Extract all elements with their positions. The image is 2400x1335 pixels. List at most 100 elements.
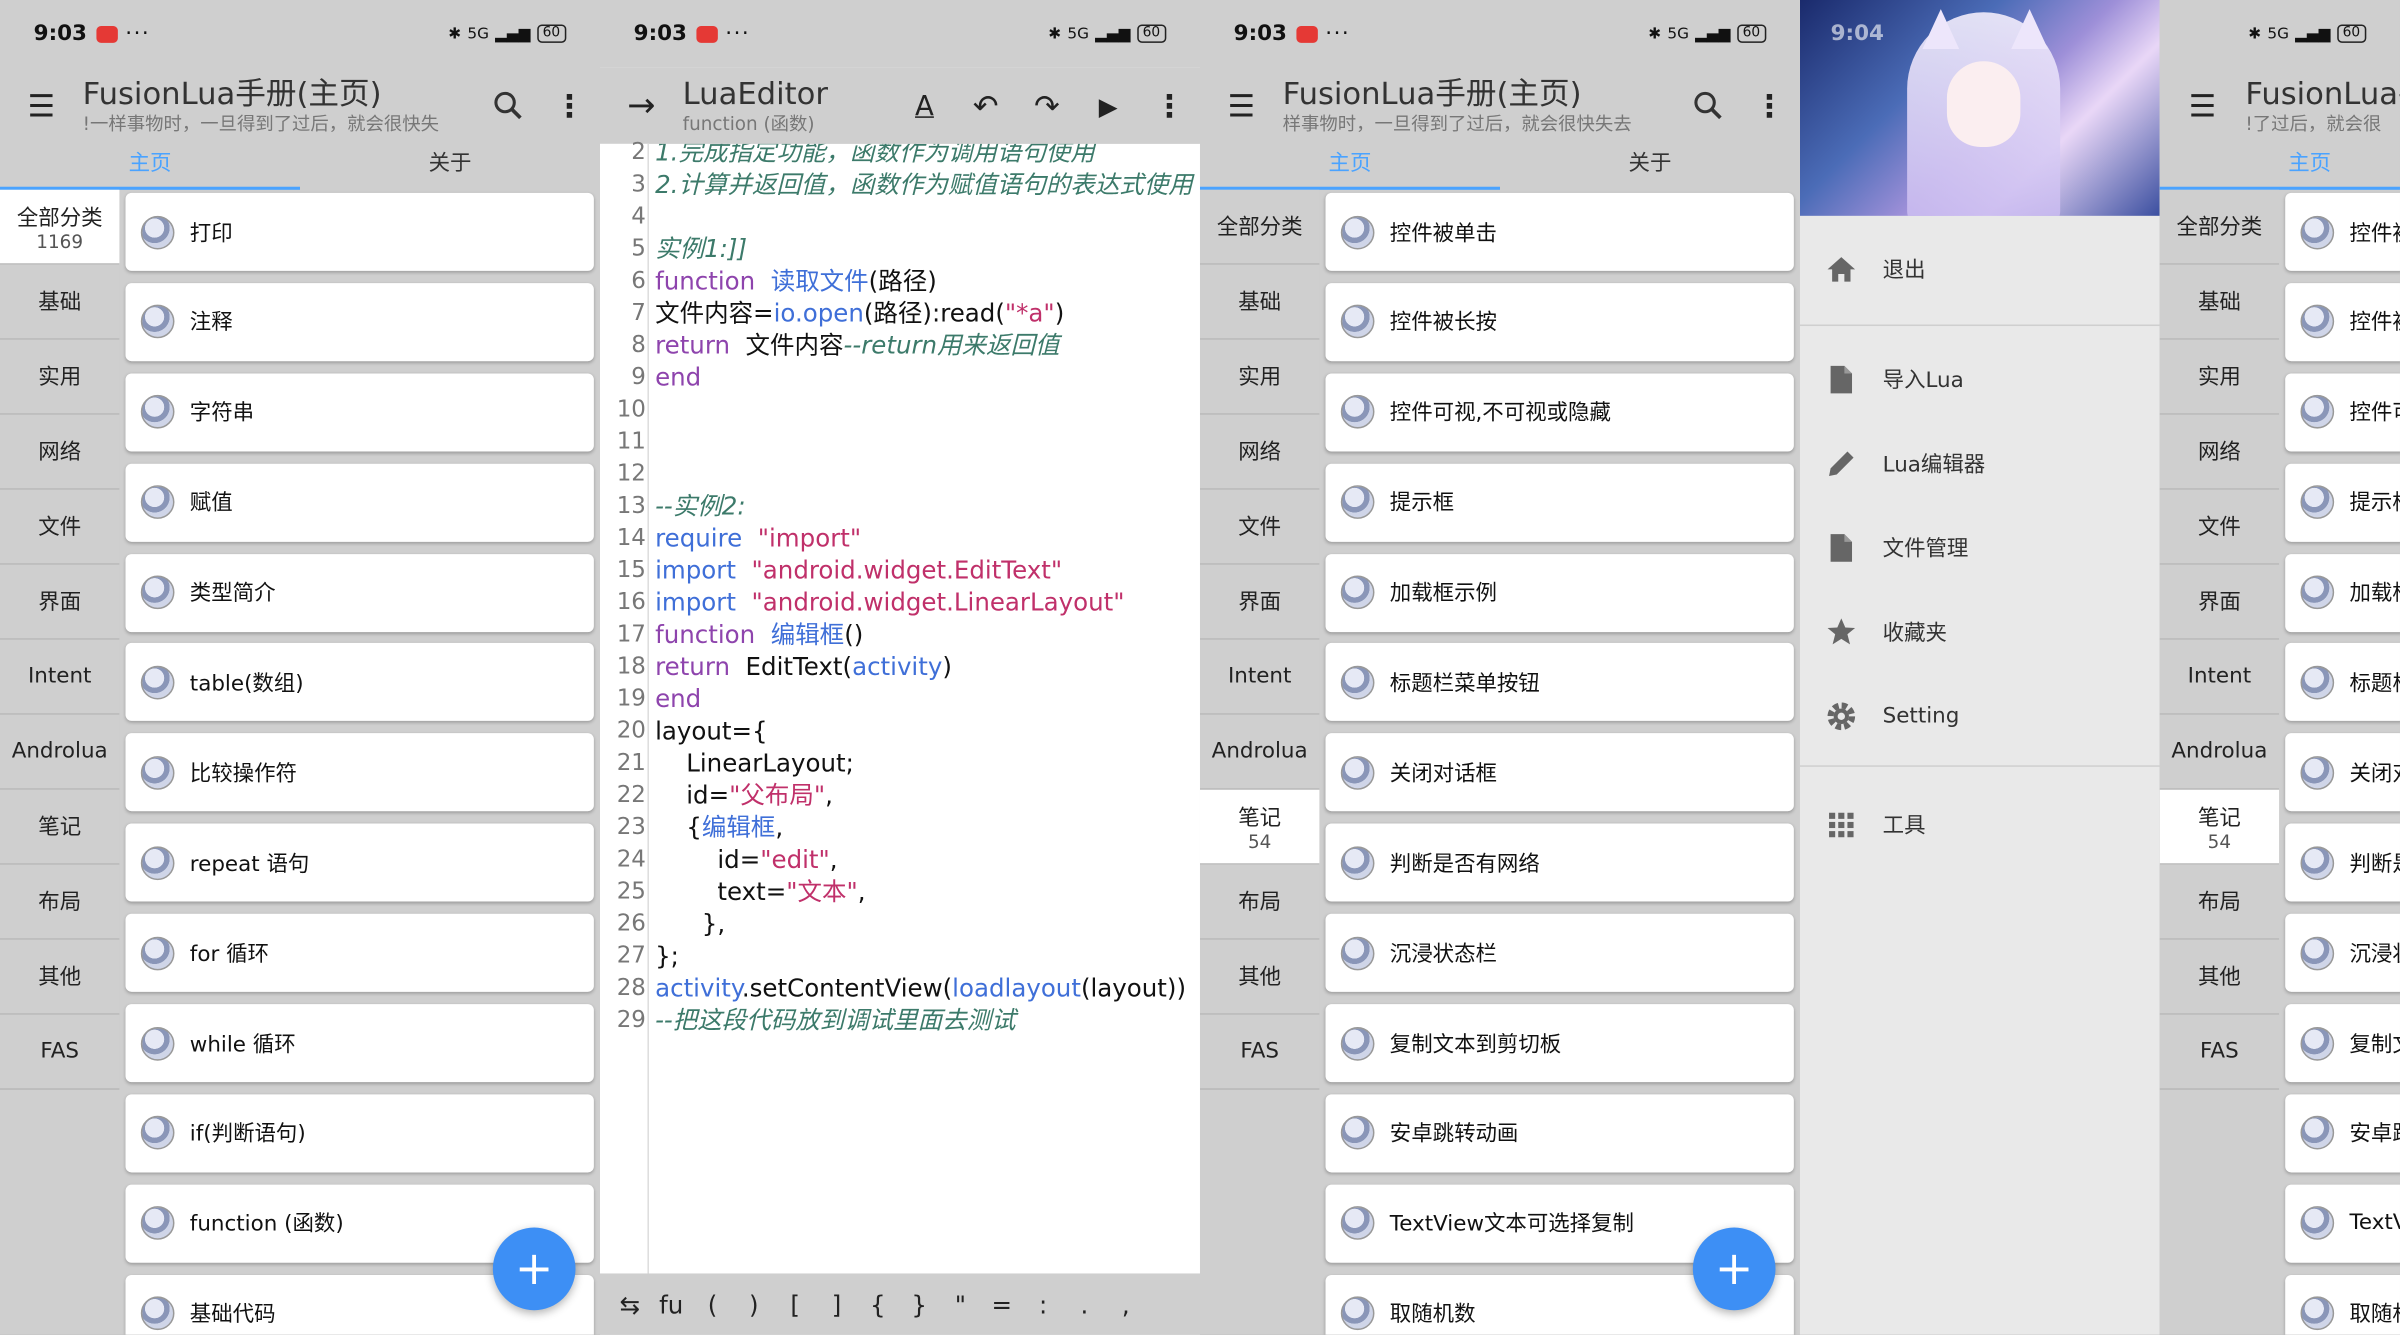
list-item[interactable]: repeat 语句	[125, 823, 594, 902]
category-all[interactable]: 全部分类	[1199, 189, 1320, 265]
list-item[interactable]: 控件被	[2285, 192, 2400, 271]
category-item[interactable]: Intent	[1199, 639, 1320, 715]
symbol-key[interactable]: }	[898, 1290, 939, 1319]
list-item[interactable]: 标题栏菜单按钮	[1325, 643, 1794, 722]
menu-icon[interactable]: ☰	[2160, 87, 2246, 124]
symbol-key[interactable]: [	[774, 1290, 815, 1319]
drawer-item-favorites[interactable]: 收藏夹	[1800, 597, 2160, 667]
category-item[interactable]: 布局	[1199, 864, 1320, 940]
list-item[interactable]: 安卓跳转动画	[1325, 1094, 1794, 1173]
list-item[interactable]: 控件被	[2285, 282, 2400, 362]
list-item[interactable]: 关闭对话框	[1325, 733, 1794, 812]
symbol-key[interactable]: ]	[816, 1290, 857, 1319]
list-item[interactable]: 判断是否有网络	[1325, 823, 1794, 902]
category-item[interactable]: FAS	[1199, 1014, 1320, 1090]
tab-home[interactable]: 主页	[2159, 144, 2400, 190]
category-item[interactable]: 界面	[2159, 564, 2280, 640]
category-item[interactable]: 实用	[2159, 339, 2280, 415]
tab-key-icon[interactable]: ⇆	[609, 1290, 650, 1319]
list-item[interactable]: TextVi	[2285, 1184, 2400, 1263]
list-item[interactable]: 控件被单击	[1325, 192, 1794, 271]
symbol-key[interactable]: {	[857, 1290, 898, 1319]
category-item[interactable]: 其他	[0, 939, 120, 1015]
text-format-icon[interactable]: A	[894, 90, 955, 122]
symbol-key[interactable]: =	[981, 1290, 1022, 1319]
category-item[interactable]: 界面	[1199, 564, 1320, 640]
list-item[interactable]: 沉浸状	[2285, 913, 2400, 993]
category-item[interactable]: 其他	[1199, 939, 1320, 1015]
more-vert-icon[interactable]: ⋮	[1739, 87, 1800, 124]
category-item[interactable]: Androlua	[1199, 714, 1320, 790]
list-item[interactable]: 控件可视,不可视或隐藏	[1325, 373, 1794, 452]
list-item[interactable]: 复制文本到剪切板	[1325, 1004, 1794, 1083]
symbol-key[interactable]: fu	[651, 1290, 692, 1319]
symbol-key[interactable]: (	[692, 1290, 733, 1319]
category-item[interactable]: 网络	[2159, 414, 2280, 490]
list-item[interactable]: 控件可	[2285, 373, 2400, 452]
category-item[interactable]: Intent	[2159, 639, 2280, 715]
category-item[interactable]: 网络	[1199, 414, 1320, 490]
list-item[interactable]: 赋值	[125, 463, 594, 542]
category-all[interactable]: 全部分类 1169	[0, 189, 120, 265]
category-all[interactable]: 全部分类	[2159, 189, 2280, 265]
drawer-item-import-lua[interactable]: 导入Lua	[1800, 344, 2160, 414]
list-item[interactable]: 判断是	[2285, 823, 2400, 902]
symbol-key[interactable]: "	[940, 1290, 981, 1319]
drawer-item-file-manager[interactable]: 文件管理	[1800, 513, 2160, 583]
category-item[interactable]: FAS	[2159, 1014, 2280, 1090]
drawer-item-exit[interactable]: 退出	[1800, 234, 2160, 304]
arrow-right-icon[interactable]: →	[600, 86, 683, 124]
drawer-item-tools[interactable]: 工具	[1800, 790, 2160, 860]
category-item[interactable]: 基础	[2159, 264, 2280, 340]
list-item[interactable]: 提示框	[1325, 463, 1794, 542]
search-icon[interactable]	[478, 90, 539, 121]
category-item[interactable]: FAS	[0, 1014, 120, 1090]
list-item[interactable]: 取随机	[2285, 1274, 2400, 1335]
list-item[interactable]: table(数组)	[125, 643, 594, 722]
list-item[interactable]: 打印	[125, 192, 594, 271]
list-item[interactable]: 注释	[125, 282, 594, 362]
list-item[interactable]: 提示框	[2285, 463, 2400, 542]
list-item[interactable]: 加载框	[2285, 553, 2400, 632]
list-item[interactable]: 标题栏	[2285, 643, 2400, 722]
menu-icon[interactable]: ☰	[0, 87, 83, 124]
category-item[interactable]: 文件	[1199, 489, 1320, 565]
add-fab-button[interactable]: +	[492, 1227, 576, 1311]
add-fab-button[interactable]: +	[1692, 1227, 1776, 1311]
category-item[interactable]: 实用	[1199, 339, 1320, 415]
category-item[interactable]: 基础	[1199, 264, 1320, 340]
list-item[interactable]: 安卓跳	[2285, 1094, 2400, 1173]
tab-about[interactable]: 关于	[300, 144, 600, 190]
symbol-key[interactable]: .	[1064, 1290, 1105, 1319]
list-item[interactable]: while 循环	[125, 1004, 594, 1083]
category-item[interactable]: 网络	[0, 414, 120, 490]
category-item[interactable]: 实用	[0, 339, 120, 415]
list-item[interactable]: for 循环	[125, 913, 594, 993]
list-item[interactable]: 复制文	[2285, 1004, 2400, 1083]
category-notes[interactable]: 笔记 54	[1199, 789, 1320, 865]
undo-icon[interactable]: ↶	[955, 87, 1016, 124]
list-item[interactable]: 加载框示例	[1325, 553, 1794, 632]
symbol-key[interactable]: )	[733, 1290, 774, 1319]
tab-about[interactable]: 关于	[1500, 144, 1800, 190]
drawer-item-setting[interactable]: Setting	[1800, 681, 2160, 751]
tab-home[interactable]: 主页	[0, 144, 300, 190]
list-item[interactable]: 关闭对	[2285, 733, 2400, 812]
category-item[interactable]: 笔记	[0, 789, 120, 865]
code-area[interactable]: 1.完成指定功能，函数作为调用语句使用 2.计算并返回值，函数作为赋值语句的表达…	[600, 144, 1200, 1274]
tab-home[interactable]: 主页	[1199, 144, 1500, 190]
category-item[interactable]: Intent	[0, 639, 120, 715]
menu-icon[interactable]: ☰	[1200, 87, 1283, 124]
category-item[interactable]: Androlua	[0, 714, 120, 790]
search-icon[interactable]	[1678, 90, 1739, 121]
category-item[interactable]: Androlua	[2159, 714, 2280, 790]
category-item[interactable]: 基础	[0, 264, 120, 340]
symbol-key[interactable]: ,	[1105, 1290, 1146, 1319]
category-item[interactable]: 布局	[2159, 864, 2280, 940]
list-item[interactable]: 沉浸状态栏	[1325, 913, 1794, 993]
category-item[interactable]: 文件	[0, 489, 120, 565]
list-item[interactable]: if(判断语句)	[125, 1094, 594, 1173]
more-vert-icon[interactable]: ⋮	[539, 87, 600, 124]
play-icon[interactable]: ▶	[1078, 91, 1139, 120]
list-item[interactable]: 比较操作符	[125, 733, 594, 812]
